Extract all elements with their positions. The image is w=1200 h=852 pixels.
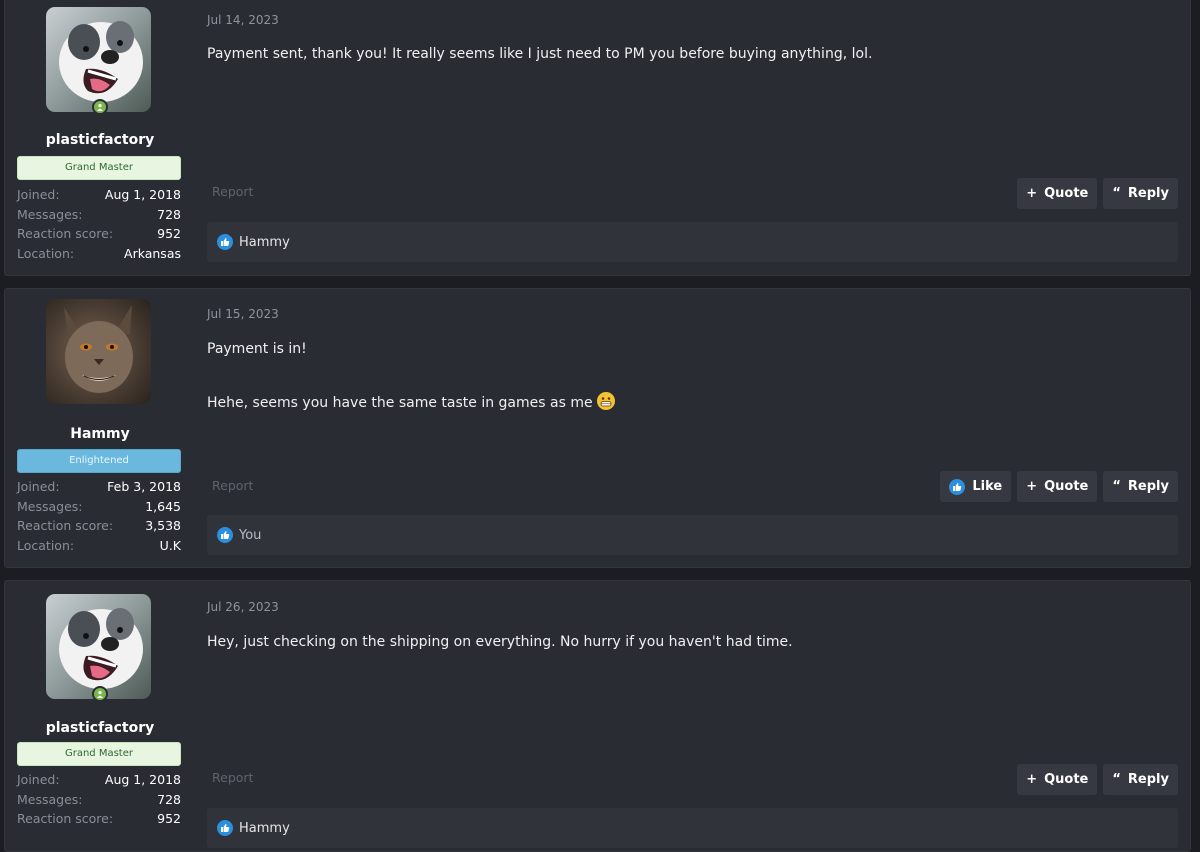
plus-icon: + (1026, 186, 1038, 201)
reply-button[interactable]: “ Reply (1103, 764, 1178, 795)
stat-location: Location: U.K (17, 537, 181, 553)
stat-joined: Joined: Feb 3, 2018 (17, 479, 181, 494)
post-message: Payment sent, thank you! It really seems… (207, 46, 873, 62)
like-button[interactable]: Like (940, 471, 1012, 502)
reply-label: Reply (1127, 772, 1169, 787)
grinning-emoji-icon (597, 392, 616, 410)
thumbs-up-icon (217, 234, 233, 250)
post-message-line: Hehe, seems you have the same taste in g… (207, 392, 616, 413)
quote-label: Quote (1044, 772, 1089, 787)
stat-reaction-score: Reaction score: 952 (17, 226, 181, 241)
stat-messages: Messages: 728 (17, 206, 181, 222)
user-stats: Joined: Aug 1, 2018 Messages: 728 Reaction… (17, 770, 181, 829)
user-title-badge: Enlightened (17, 449, 181, 473)
stat-messages: Messages: 1,645 (17, 498, 181, 514)
like-label: Like (972, 479, 1003, 494)
post-actions: + Quote “ Reply (1017, 764, 1178, 795)
plus-icon: + (1026, 479, 1038, 494)
username[interactable]: plasticfactory (5, 720, 195, 736)
thumbs-up-icon (949, 478, 966, 495)
reply-button[interactable]: “ Reply (1103, 178, 1178, 209)
reply-button[interactable]: “ Reply (1103, 471, 1178, 502)
avatar[interactable] (46, 7, 151, 112)
user-title-badge: Grand Master (17, 156, 181, 180)
username[interactable]: Hammy (5, 426, 195, 442)
reply-label: Reply (1127, 479, 1169, 494)
quote-marks-icon: “ (1112, 772, 1121, 787)
reactions-bar[interactable]: You (207, 515, 1178, 555)
quote-label: Quote (1044, 186, 1089, 201)
avatar[interactable] (46, 299, 151, 404)
user-stats: Joined: Feb 3, 2018 Messages: 1,645 Reacti… (17, 477, 181, 555)
stat-joined: Joined: Aug 1, 2018 (17, 772, 181, 787)
online-status-icon (92, 99, 108, 115)
post: plasticfactory Grand Master Joined: Aug 1… (4, 580, 1191, 852)
quote-button[interactable]: + Quote (1017, 471, 1098, 502)
thumbs-up-icon (217, 527, 233, 543)
report-link[interactable]: Report (212, 478, 253, 493)
user-title-badge: Grand Master (17, 742, 181, 766)
post-actions: Like + Quote “ Reply (940, 471, 1178, 502)
post-actions: + Quote “ Reply (1017, 178, 1178, 209)
reactions-bar[interactable]: Hammy (207, 808, 1178, 848)
post-date[interactable]: Jul 14, 2023 (207, 13, 279, 27)
reply-label: Reply (1127, 186, 1169, 201)
quote-marks-icon: “ (1112, 186, 1121, 201)
reaction-users[interactable]: Hammy (239, 821, 290, 836)
post-message-line: Payment is in! (207, 341, 307, 357)
stat-messages: Messages: 728 (17, 791, 181, 807)
quote-label: Quote (1044, 479, 1089, 494)
reaction-users[interactable]: You (239, 528, 261, 543)
post-date[interactable]: Jul 26, 2023 (207, 600, 279, 614)
post: plasticfactory Grand Master Joined: Aug 1… (4, 0, 1191, 276)
quote-marks-icon: “ (1112, 479, 1121, 494)
avatar[interactable] (46, 594, 151, 699)
stat-reaction-score: Reaction score: 952 (17, 811, 181, 826)
username[interactable]: plasticfactory (5, 132, 195, 148)
reaction-users[interactable]: Hammy (239, 235, 290, 250)
stat-joined: Joined: Aug 1, 2018 (17, 187, 181, 202)
post-date[interactable]: Jul 15, 2023 (207, 307, 279, 321)
online-status-icon (92, 686, 108, 702)
post-message: Hey, just checking on the shipping on ev… (207, 634, 793, 650)
stat-reaction-score: Reaction score: 3,538 (17, 518, 181, 533)
user-stats: Joined: Aug 1, 2018 Messages: 728 Reaction… (17, 185, 181, 263)
reactions-bar[interactable]: Hammy (207, 222, 1178, 262)
thumbs-up-icon (217, 820, 233, 836)
quote-button[interactable]: + Quote (1017, 764, 1098, 795)
plus-icon: + (1026, 772, 1038, 787)
quote-button[interactable]: + Quote (1017, 178, 1098, 209)
stat-location: Location: Arkansas (17, 245, 181, 261)
report-link[interactable]: Report (212, 184, 253, 199)
post: Hammy Enlightened Joined: Feb 3, 2018 Mes… (4, 288, 1191, 568)
report-link[interactable]: Report (212, 770, 253, 785)
